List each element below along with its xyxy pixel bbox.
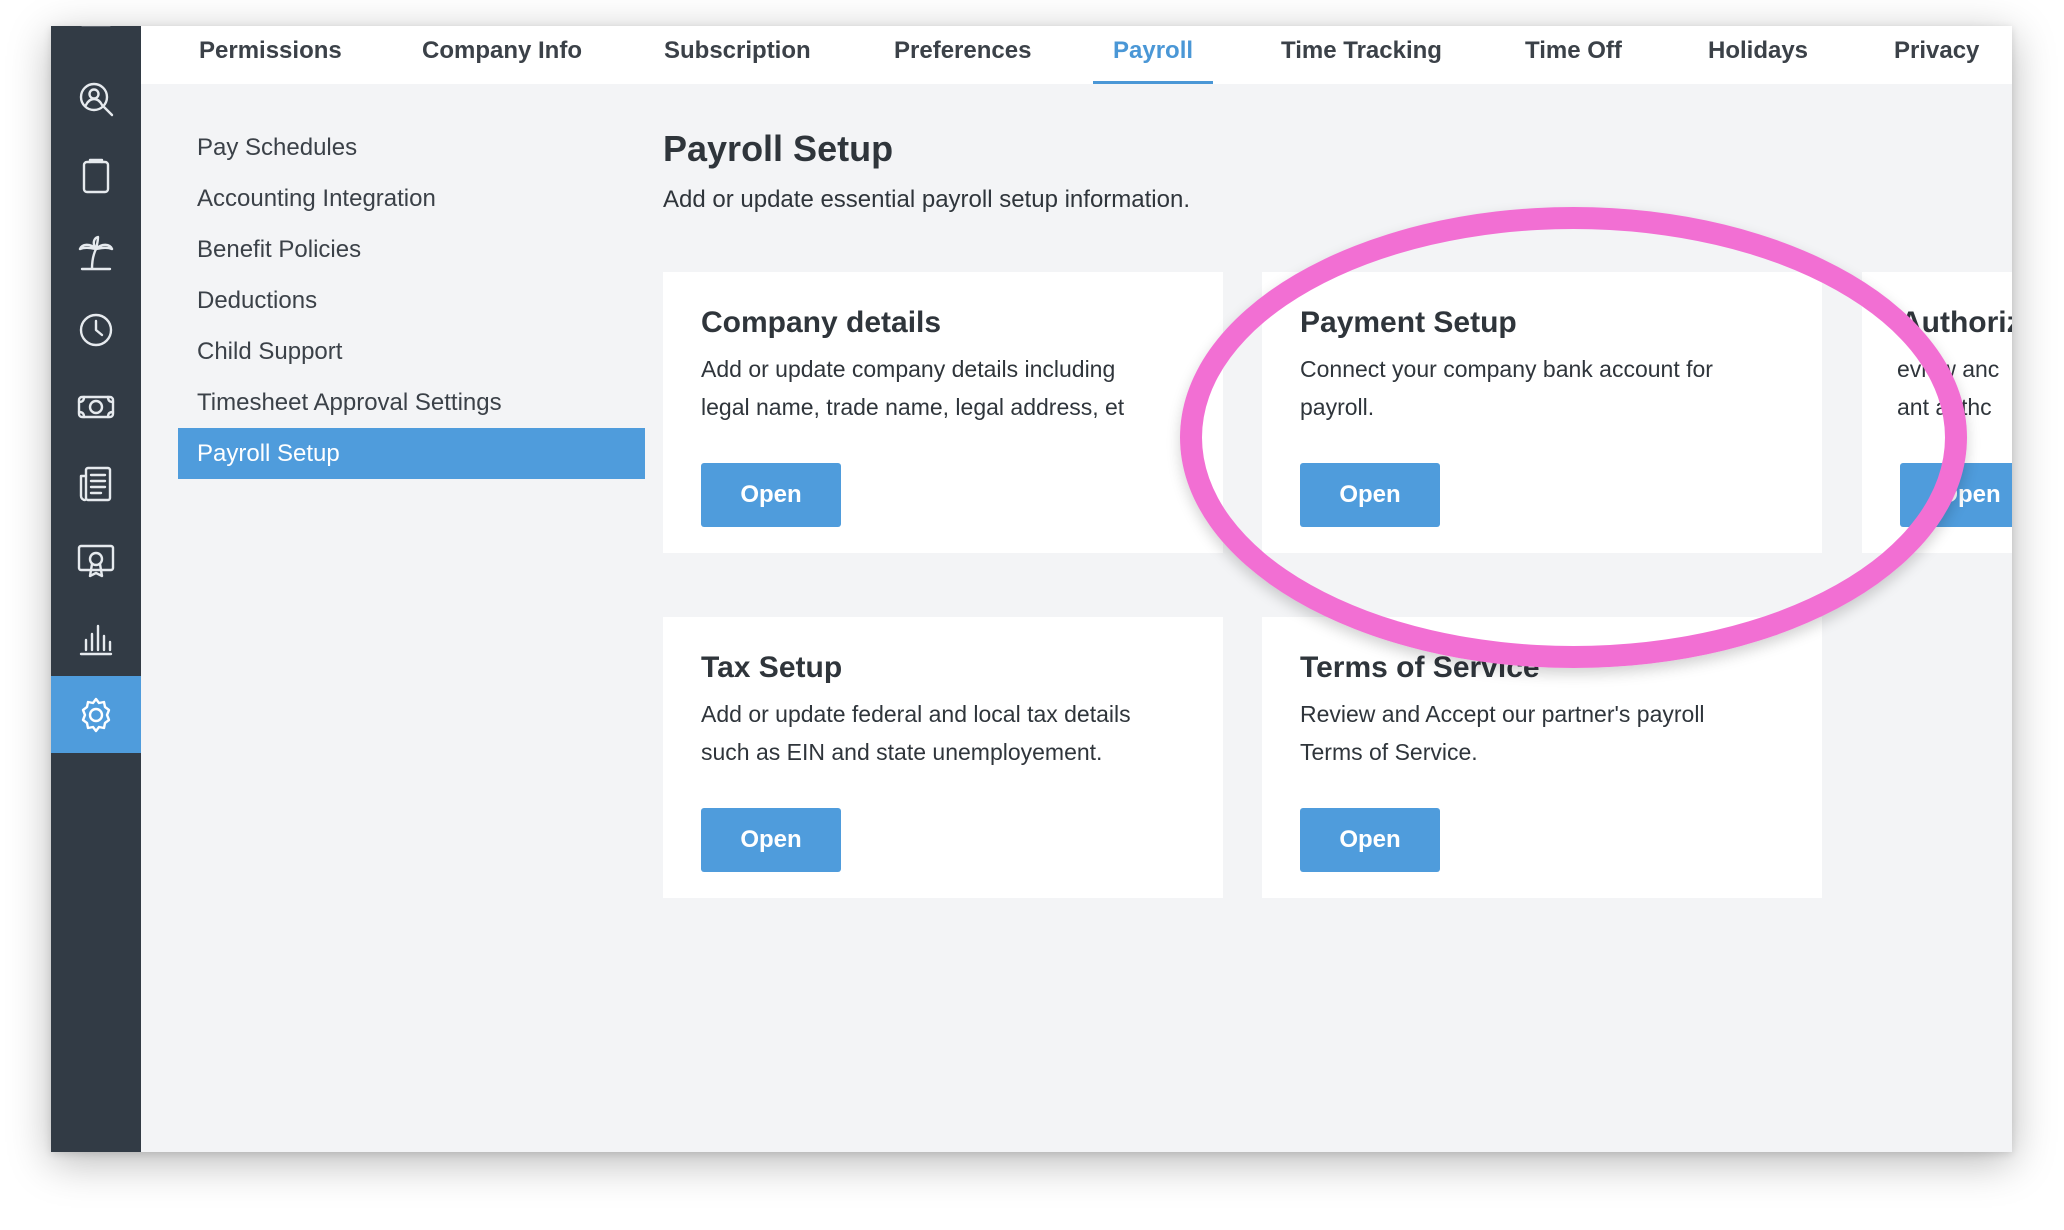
palm-tree-icon[interactable] <box>51 214 141 291</box>
open-payment-setup-button[interactable]: Open <box>1300 463 1440 527</box>
tab-time-off[interactable]: Time Off <box>1525 26 1622 84</box>
subnav-pay-schedules[interactable]: Pay Schedules <box>178 122 645 173</box>
open-company-details-button[interactable]: Open <box>701 463 841 527</box>
news-icon[interactable] <box>51 445 141 522</box>
card-title: Payment Setup <box>1300 306 1517 339</box>
card-description: Connect your company bank account for pay… <box>1300 356 1713 420</box>
card-description: Add or update federal and local tax deta… <box>701 701 1131 765</box>
tab-preferences[interactable]: Preferences <box>894 26 1031 84</box>
card-title: Terms of Service <box>1300 651 1540 684</box>
card-terms-of-service: Terms of Service Review and Accept our p… <box>1262 617 1822 898</box>
clock-icon[interactable] <box>51 291 141 368</box>
card-company-details: Company details Add or update company de… <box>663 272 1223 553</box>
subnav-child-support[interactable]: Child Support <box>178 326 645 377</box>
page-subtitle: Add or update essential payroll setup in… <box>663 186 1190 213</box>
tab-holidays[interactable]: Holidays <box>1708 26 1808 84</box>
tab-time-tracking[interactable]: Time Tracking <box>1281 26 1442 84</box>
card-title: Tax Setup <box>701 651 843 684</box>
subnav-timesheet-approval-settings[interactable]: Timesheet Approval Settings <box>178 377 645 428</box>
subnav-benefit-policies[interactable]: Benefit Policies <box>178 224 645 275</box>
card-description: Add or update company details including l… <box>701 356 1125 420</box>
tab-privacy[interactable]: Privacy <box>1894 26 1979 84</box>
clipboard-icon[interactable] <box>51 137 141 214</box>
tab-company-info[interactable]: Company Info <box>422 26 582 84</box>
card-description: Review and Accept our partner's payroll T… <box>1300 701 1705 765</box>
person-search-icon[interactable] <box>51 60 141 137</box>
app-window: Permissions Company Info Subscription Pr… <box>51 26 2012 1152</box>
certificate-icon[interactable] <box>51 522 141 599</box>
page-title: Payroll Setup <box>663 128 894 169</box>
open-authorization-button[interactable]: Open <box>1900 463 2012 527</box>
card-title: Company details <box>701 306 942 339</box>
tab-subscription[interactable]: Subscription <box>664 26 811 84</box>
open-tax-setup-button[interactable]: Open <box>701 808 841 872</box>
subnav-deductions[interactable]: Deductions <box>178 275 645 326</box>
gear-icon[interactable] <box>51 676 141 753</box>
card-authorization: Authoriz eview anc ant authc Open <box>1862 272 2012 553</box>
card-title: Authoriz <box>1900 306 2012 339</box>
card-description: eview anc ant authc <box>1897 356 2000 420</box>
open-terms-of-service-button[interactable]: Open <box>1300 808 1440 872</box>
card-tax-setup: Tax Setup Add or update federal and loca… <box>663 617 1223 898</box>
subnav-payroll-setup[interactable]: Payroll Setup <box>178 428 645 479</box>
icon-rail <box>51 26 141 1152</box>
org-chart-icon[interactable] <box>51 26 141 55</box>
card-payment-setup: Payment Setup Connect your company bank … <box>1262 272 1822 553</box>
tab-permissions[interactable]: Permissions <box>199 26 342 84</box>
money-icon[interactable] <box>51 368 141 445</box>
tab-payroll[interactable]: Payroll <box>1092 26 1214 84</box>
subnav-accounting-integration[interactable]: Accounting Integration <box>178 173 645 224</box>
bar-chart-icon[interactable] <box>51 599 141 676</box>
